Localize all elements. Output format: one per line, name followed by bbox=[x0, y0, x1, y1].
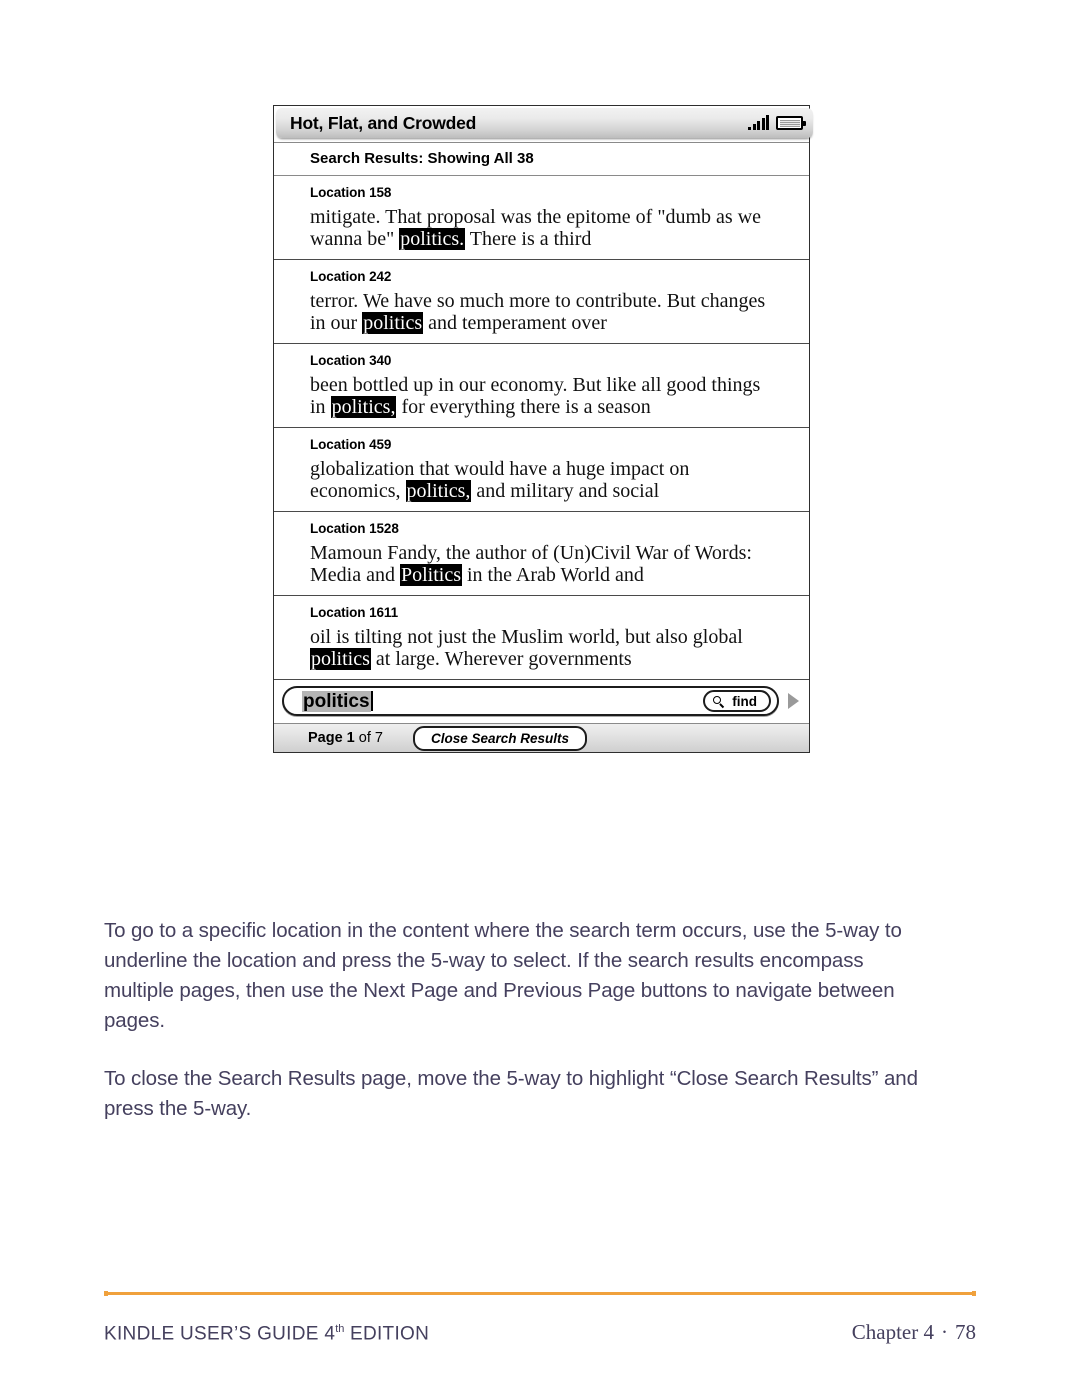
snippet-highlight: Politics bbox=[399, 564, 462, 586]
page-body-text: To go to a specific location in the cont… bbox=[104, 916, 934, 1152]
snippet-after: at large. Wherever governments bbox=[370, 648, 632, 670]
result-snippet: mitigate. That proposal was the epitome … bbox=[310, 206, 780, 250]
snippet-highlight: politics. bbox=[399, 228, 466, 250]
snippet-highlight: politics bbox=[310, 648, 371, 670]
page-number: 78 bbox=[955, 1320, 976, 1344]
snippet-after: and military and social bbox=[471, 480, 660, 502]
book-title: Hot, Flat, and Crowded bbox=[290, 112, 477, 133]
chapter-page-indicator: Chapter 4 · 78 bbox=[852, 1320, 976, 1345]
search-result-row[interactable]: Location 158 mitigate. That proposal was… bbox=[274, 176, 809, 260]
guide-title: KINDLE USER’S GUIDE 4th EDITION bbox=[104, 1323, 429, 1345]
snippet-before: oil is tilting not just the Muslim world… bbox=[310, 626, 743, 648]
guide-title-prefix: KINDLE USER’S GUIDE 4 bbox=[104, 1323, 336, 1344]
find-button[interactable]: find bbox=[703, 690, 771, 712]
search-results-header: Search Results: Showing All 38 bbox=[274, 142, 809, 176]
search-result-row[interactable]: Location 1611 oil is tilting not just th… bbox=[274, 596, 809, 680]
footer-divider bbox=[104, 1291, 976, 1296]
titlebar-container: Hot, Flat, and Crowded bbox=[274, 106, 813, 142]
search-result-row[interactable]: Location 1528 Mamoun Fandy, the author o… bbox=[274, 512, 809, 596]
device-statusbar: Page 1 of 7 Close Search Results bbox=[274, 724, 809, 752]
result-snippet: been bottled up in our economy. But like… bbox=[310, 374, 780, 418]
close-search-results-label: Close Search Results bbox=[430, 730, 570, 746]
result-snippet: oil is tilting not just the Muslim world… bbox=[310, 626, 780, 670]
snippet-after: There is a third bbox=[465, 228, 592, 250]
kindle-device-screenshot: Hot, Flat, and Crowded Search Results: S… bbox=[273, 105, 813, 753]
page-indicator-current: Page 1 bbox=[308, 730, 355, 746]
signal-bars-icon bbox=[748, 115, 769, 130]
search-bar-row: politics find bbox=[274, 680, 809, 724]
close-search-results-button[interactable]: Close Search Results bbox=[412, 725, 588, 751]
snippet-after: in the Arab World and bbox=[462, 564, 644, 586]
page-footer: KINDLE USER’S GUIDE 4th EDITION Chapter … bbox=[104, 1320, 976, 1345]
result-snippet: Mamoun Fandy, the author of (Un)Civil Wa… bbox=[310, 542, 780, 586]
search-result-row[interactable]: Location 242 terror. We have so much mor… bbox=[274, 260, 809, 344]
snippet-highlight: politics, bbox=[405, 480, 472, 502]
status-icons bbox=[748, 115, 806, 131]
body-paragraph: To go to a specific location in the cont… bbox=[104, 919, 902, 1032]
result-snippet: terror. We have so much more to contribu… bbox=[310, 290, 780, 334]
snippet-highlight: politics bbox=[362, 312, 424, 334]
page-indicator: Page 1 of 7 bbox=[308, 730, 383, 746]
device-frame: Hot, Flat, and Crowded Search Results: S… bbox=[273, 105, 813, 753]
search-result-row[interactable]: Location 459 globalization that would ha… bbox=[274, 428, 809, 512]
guide-title-suffix: EDITION bbox=[344, 1323, 430, 1344]
body-paragraph: To close the Search Results page, move t… bbox=[104, 1067, 918, 1120]
result-snippet: globalization that would have a huge imp… bbox=[310, 458, 780, 502]
snippet-after: for everything there is a season bbox=[396, 396, 651, 418]
find-button-label: find bbox=[732, 693, 757, 709]
result-location-label: Location 242 bbox=[310, 269, 392, 284]
result-location-label: Location 1528 bbox=[310, 521, 399, 536]
page-indicator-total: of 7 bbox=[354, 730, 383, 746]
snippet-after: and temperament over bbox=[423, 312, 607, 334]
battery-icon bbox=[776, 116, 806, 130]
result-location-label: Location 340 bbox=[310, 353, 392, 368]
search-result-row[interactable]: Location 340 been bottled up in our econ… bbox=[274, 344, 809, 428]
device-titlebar: Hot, Flat, and Crowded bbox=[276, 108, 813, 138]
search-input[interactable]: politics find bbox=[282, 686, 779, 716]
result-location-label: Location 459 bbox=[310, 437, 392, 452]
chapter-label: Chapter 4 bbox=[851, 1320, 934, 1344]
result-location-label: Location 1611 bbox=[310, 605, 398, 620]
result-location-label: Location 158 bbox=[310, 185, 392, 200]
guide-title-ordinal: th bbox=[335, 1322, 345, 1335]
next-arrow-icon[interactable] bbox=[788, 693, 799, 709]
snippet-highlight: politics, bbox=[330, 396, 397, 418]
footer-separator: · bbox=[941, 1320, 948, 1344]
text-caret bbox=[370, 691, 373, 711]
magnifier-icon bbox=[713, 695, 724, 707]
search-input-value: politics bbox=[302, 690, 371, 712]
